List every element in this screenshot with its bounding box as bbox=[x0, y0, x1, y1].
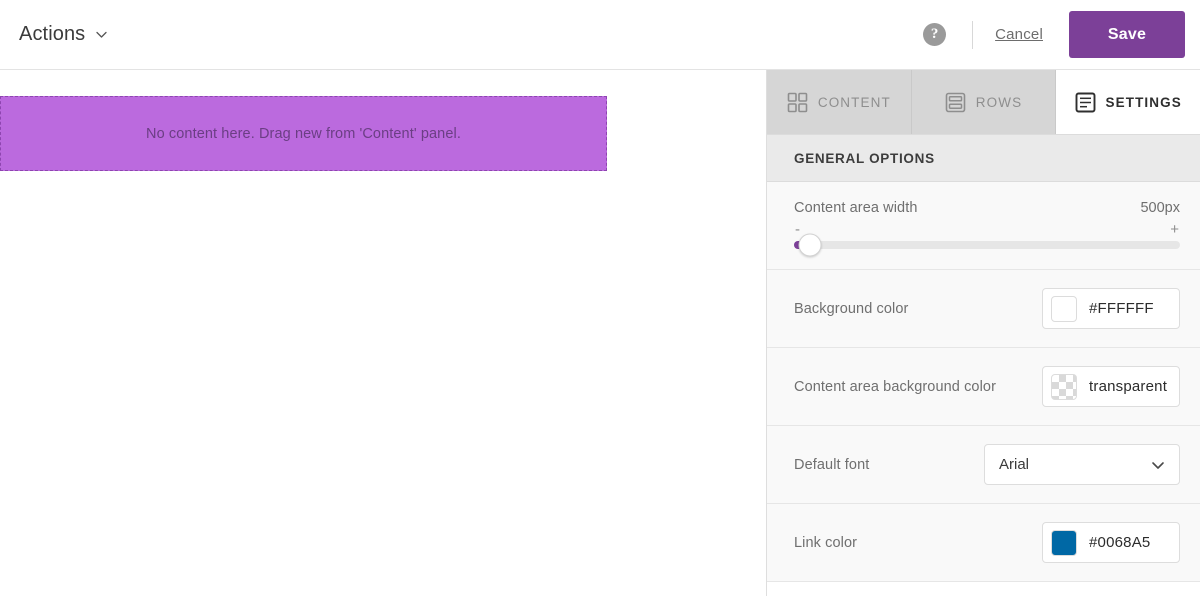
chevron-down-icon bbox=[95, 28, 108, 41]
top-toolbar: Actions ? Cancel Save bbox=[0, 0, 1200, 70]
slider-signs: - + bbox=[794, 222, 1180, 237]
background-color-value: #FFFFFF bbox=[1089, 300, 1154, 317]
email-canvas[interactable]: No content here. Drag new from 'Content'… bbox=[0, 70, 766, 596]
option-background-color: Background color #FFFFFF bbox=[767, 270, 1200, 348]
email-editor-app: Actions ? Cancel Save No content here. D… bbox=[0, 0, 1200, 596]
content-area-background-color-picker[interactable]: transparent bbox=[1042, 366, 1180, 407]
tab-rows[interactable]: ROWS bbox=[911, 70, 1057, 134]
link-color-value: #0068A5 bbox=[1089, 534, 1151, 551]
panel-tabs: CONTENT ROWS SETTINGS bbox=[767, 70, 1200, 134]
link-color-label: Link color bbox=[794, 534, 858, 551]
default-font-label: Default font bbox=[794, 456, 870, 473]
background-color-swatch[interactable] bbox=[1051, 295, 1077, 322]
tab-content[interactable]: CONTENT bbox=[767, 70, 912, 134]
grid-squares-icon bbox=[787, 92, 808, 113]
option-link-color: Link color #0068A5 bbox=[767, 504, 1200, 582]
content-area-width-label: Content area width bbox=[794, 200, 918, 216]
actions-menu-button[interactable]: Actions bbox=[19, 23, 108, 46]
content-area-background-color-value: transparent bbox=[1089, 378, 1168, 395]
stacked-rows-icon bbox=[945, 92, 966, 113]
tab-settings[interactable]: SETTINGS bbox=[1056, 70, 1200, 134]
chevron-down-icon bbox=[1150, 457, 1166, 473]
general-options-header: GENERAL OPTIONS bbox=[767, 134, 1200, 182]
background-color-label: Background color bbox=[794, 300, 909, 317]
content-area-width-slider[interactable]: - + bbox=[794, 222, 1180, 257]
content-area-background-color-label: Content area background color bbox=[794, 378, 996, 395]
tab-settings-label: SETTINGS bbox=[1105, 94, 1182, 110]
document-lines-icon bbox=[1075, 92, 1096, 113]
tab-content-label: CONTENT bbox=[817, 94, 891, 110]
link-color-swatch[interactable] bbox=[1051, 529, 1077, 556]
background-color-picker[interactable]: #FFFFFF bbox=[1042, 288, 1180, 329]
cancel-link[interactable]: Cancel bbox=[995, 26, 1043, 43]
option-content-area-width: Content area width 500px - + bbox=[767, 182, 1200, 270]
dropzone-label: No content here. Drag new from 'Content'… bbox=[146, 125, 461, 142]
content-area-width-value: 500px bbox=[1140, 200, 1180, 216]
default-font-value: Arial bbox=[999, 456, 1030, 473]
toolbar-actions: ? Cancel Save bbox=[923, 11, 1185, 58]
content-area-width-header: Content area width 500px bbox=[794, 200, 1180, 216]
toolbar-divider bbox=[972, 20, 974, 49]
slider-handle[interactable] bbox=[798, 233, 822, 257]
settings-panel: CONTENT ROWS SETTINGS GENERAL OPTIONS Co… bbox=[766, 70, 1200, 596]
empty-content-dropzone[interactable]: No content here. Drag new from 'Content'… bbox=[0, 96, 607, 171]
actions-menu-label: Actions bbox=[19, 23, 86, 45]
help-icon[interactable]: ? bbox=[923, 23, 947, 46]
link-color-picker[interactable]: #0068A5 bbox=[1042, 522, 1180, 563]
tab-rows-label: ROWS bbox=[975, 94, 1023, 110]
option-content-area-background-color: Content area background color transparen… bbox=[767, 348, 1200, 426]
content-area-background-color-swatch[interactable] bbox=[1051, 373, 1077, 400]
save-button[interactable]: Save bbox=[1069, 11, 1185, 58]
help-glyph: ? bbox=[930, 26, 939, 42]
slider-increase-sign[interactable]: + bbox=[1170, 222, 1179, 237]
default-font-select[interactable]: Arial bbox=[984, 444, 1180, 485]
slider-decrease-sign[interactable]: - bbox=[795, 222, 800, 237]
slider-track[interactable] bbox=[794, 233, 1180, 257]
options-list: Content area width 500px - + Background bbox=[767, 182, 1200, 582]
option-default-font: Default font Arial bbox=[767, 426, 1200, 504]
